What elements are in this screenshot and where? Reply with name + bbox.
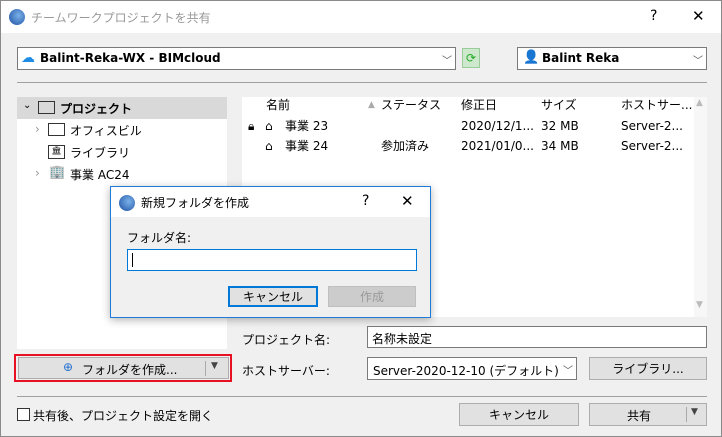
lock-icon: 🔒︎	[248, 119, 255, 133]
scrollbar[interactable]: ▲ ▼	[694, 97, 707, 317]
cell-name: 事業 23	[285, 119, 329, 133]
folder-name-input[interactable]	[127, 249, 417, 271]
tree-item-projects[interactable]: ⌄ プロジェクト	[17, 97, 227, 119]
app-logo-icon	[119, 195, 135, 211]
scroll-up-icon[interactable]: ▲	[696, 98, 703, 108]
cell-size: 34 MB	[541, 139, 579, 153]
cancel-label: キャンセル	[488, 408, 549, 422]
tree-label: 事業 AC24	[70, 168, 130, 182]
help-button[interactable]: ?	[650, 8, 657, 24]
project-name-value: 名称未設定	[372, 332, 433, 346]
dropdown-arrow-icon[interactable]: ▼	[691, 407, 698, 417]
dialog-create-label: 作成	[359, 290, 384, 304]
open-settings-checkbox[interactable]	[17, 408, 30, 421]
cell-size: 32 MB	[541, 119, 579, 133]
tree-label: プロジェクト	[60, 102, 133, 116]
column-size[interactable]: サイズ	[541, 97, 577, 114]
list-header: 名前 ▲ ステータス 修正日 サイズ ホストサー...	[242, 97, 694, 114]
building-icon: 🏢	[49, 165, 66, 180]
divider	[17, 82, 707, 83]
dialog-cancel-button[interactable]: キャンセル	[228, 286, 318, 307]
chevron-down-icon: ﹀	[563, 366, 573, 377]
text-cursor	[132, 253, 133, 267]
title-bar: チームワークプロジェクトを共有 ? ✕	[1, 1, 721, 33]
chevron-right-icon: ›	[35, 166, 40, 180]
column-date[interactable]: 修正日	[461, 97, 497, 114]
cell-date: 2021/01/0...	[461, 139, 534, 153]
divider	[17, 396, 707, 397]
dialog-cancel-label: キャンセル	[242, 290, 303, 304]
chevron-right-icon: ›	[35, 122, 40, 136]
column-name[interactable]: 名前	[266, 97, 290, 114]
library-folder-icon: 🏛	[48, 145, 65, 159]
share-button[interactable]: 共有 ▼	[589, 403, 707, 426]
folder-icon	[38, 101, 55, 114]
dialog-help-button[interactable]: ?	[362, 193, 369, 209]
sync-button[interactable]: ⟳	[462, 48, 480, 68]
create-folder-label: フォルダを作成...	[82, 363, 178, 377]
dropdown-arrow-icon[interactable]: ▼	[211, 361, 218, 371]
column-host[interactable]: ホストサー...	[621, 97, 692, 114]
app-logo-icon	[9, 9, 25, 25]
cell-status: 参加済み	[381, 139, 430, 153]
dialog-close-button[interactable]: ✕	[401, 192, 414, 210]
tree-item-ac24[interactable]: › 🏢 事業 AC24	[17, 163, 227, 185]
server-select[interactable]: ☁ Balint-Reka-WX - BIMcloud ﹀	[17, 47, 456, 70]
folder-name-label: フォルダ名:	[127, 231, 192, 245]
divider	[686, 407, 687, 422]
create-folder-button[interactable]: ⊕ フォルダを作成... ▼	[18, 357, 229, 379]
joined-project-icon: ⌂	[265, 139, 273, 153]
user-icon: 👤	[523, 50, 540, 65]
host-server-label: ホストサーバー:	[242, 364, 330, 378]
chevron-down-icon: ⌄	[23, 100, 32, 111]
project-name-label: プロジェクト名:	[242, 333, 331, 347]
dialog-title: 新規フォルダを作成	[141, 196, 250, 210]
host-server-select[interactable]: Server-2020-12-10 (デフォルト) ﹀	[367, 357, 577, 380]
window-title: チームワークプロジェクトを共有	[31, 11, 211, 25]
folder-icon	[48, 123, 65, 136]
tree-label: オフィスビル	[70, 124, 142, 138]
cloud-icon: ☁	[21, 50, 35, 66]
new-folder-dialog: 新規フォルダを作成 ? ✕ フォルダ名: キャンセル 作成	[110, 186, 431, 318]
column-status[interactable]: ステータス	[381, 97, 441, 114]
project-icon: ⌂	[265, 119, 273, 133]
chevron-down-icon: ﹀	[693, 56, 703, 67]
divider	[205, 361, 206, 376]
table-row[interactable]: ⌂ 事業 24 参加済み 2021/01/0... 34 MB Server-2…	[242, 136, 694, 156]
add-folder-icon: ⊕	[63, 360, 74, 374]
user-select[interactable]: 👤 Balint Reka ﹀	[517, 47, 707, 70]
library-button[interactable]: ライブラリ...	[589, 357, 707, 380]
tree-item-office[interactable]: › オフィスビル	[17, 119, 227, 141]
dialog-create-button: 作成	[328, 286, 416, 307]
sync-icon: ⟳	[465, 51, 477, 65]
tree-label: ライブラリ	[70, 146, 131, 160]
sort-asc-icon: ▲	[368, 100, 375, 110]
cell-date: 2020/12/1...	[461, 119, 534, 133]
scroll-down-icon[interactable]: ▼	[696, 300, 703, 310]
cell-name: 事業 24	[285, 139, 329, 153]
open-settings-label: 共有後、プロジェクト設定を開く	[33, 409, 214, 423]
table-row[interactable]: 🔒︎ ⌂ 事業 23 2020/12/1... 32 MB Server-2..…	[242, 116, 694, 136]
project-name-input[interactable]: 名称未設定	[367, 326, 707, 348]
cell-host: Server-2...	[621, 119, 683, 133]
library-button-label: ライブラリ...	[612, 362, 684, 376]
cancel-button[interactable]: キャンセル	[459, 403, 579, 426]
tree-item-library[interactable]: 🏛 ライブラリ	[17, 141, 227, 163]
share-label: 共有	[627, 409, 652, 423]
host-server-value: Server-2020-12-10 (デフォルト)	[373, 364, 559, 378]
cell-host: Server-2...	[621, 139, 683, 153]
chevron-down-icon: ﹀	[442, 56, 452, 67]
close-button[interactable]: ✕	[692, 7, 705, 25]
server-value: Balint-Reka-WX - BIMcloud	[40, 51, 221, 65]
dialog-title-bar: 新規フォルダを作成 ? ✕	[111, 187, 430, 217]
user-value: Balint Reka	[542, 51, 620, 65]
